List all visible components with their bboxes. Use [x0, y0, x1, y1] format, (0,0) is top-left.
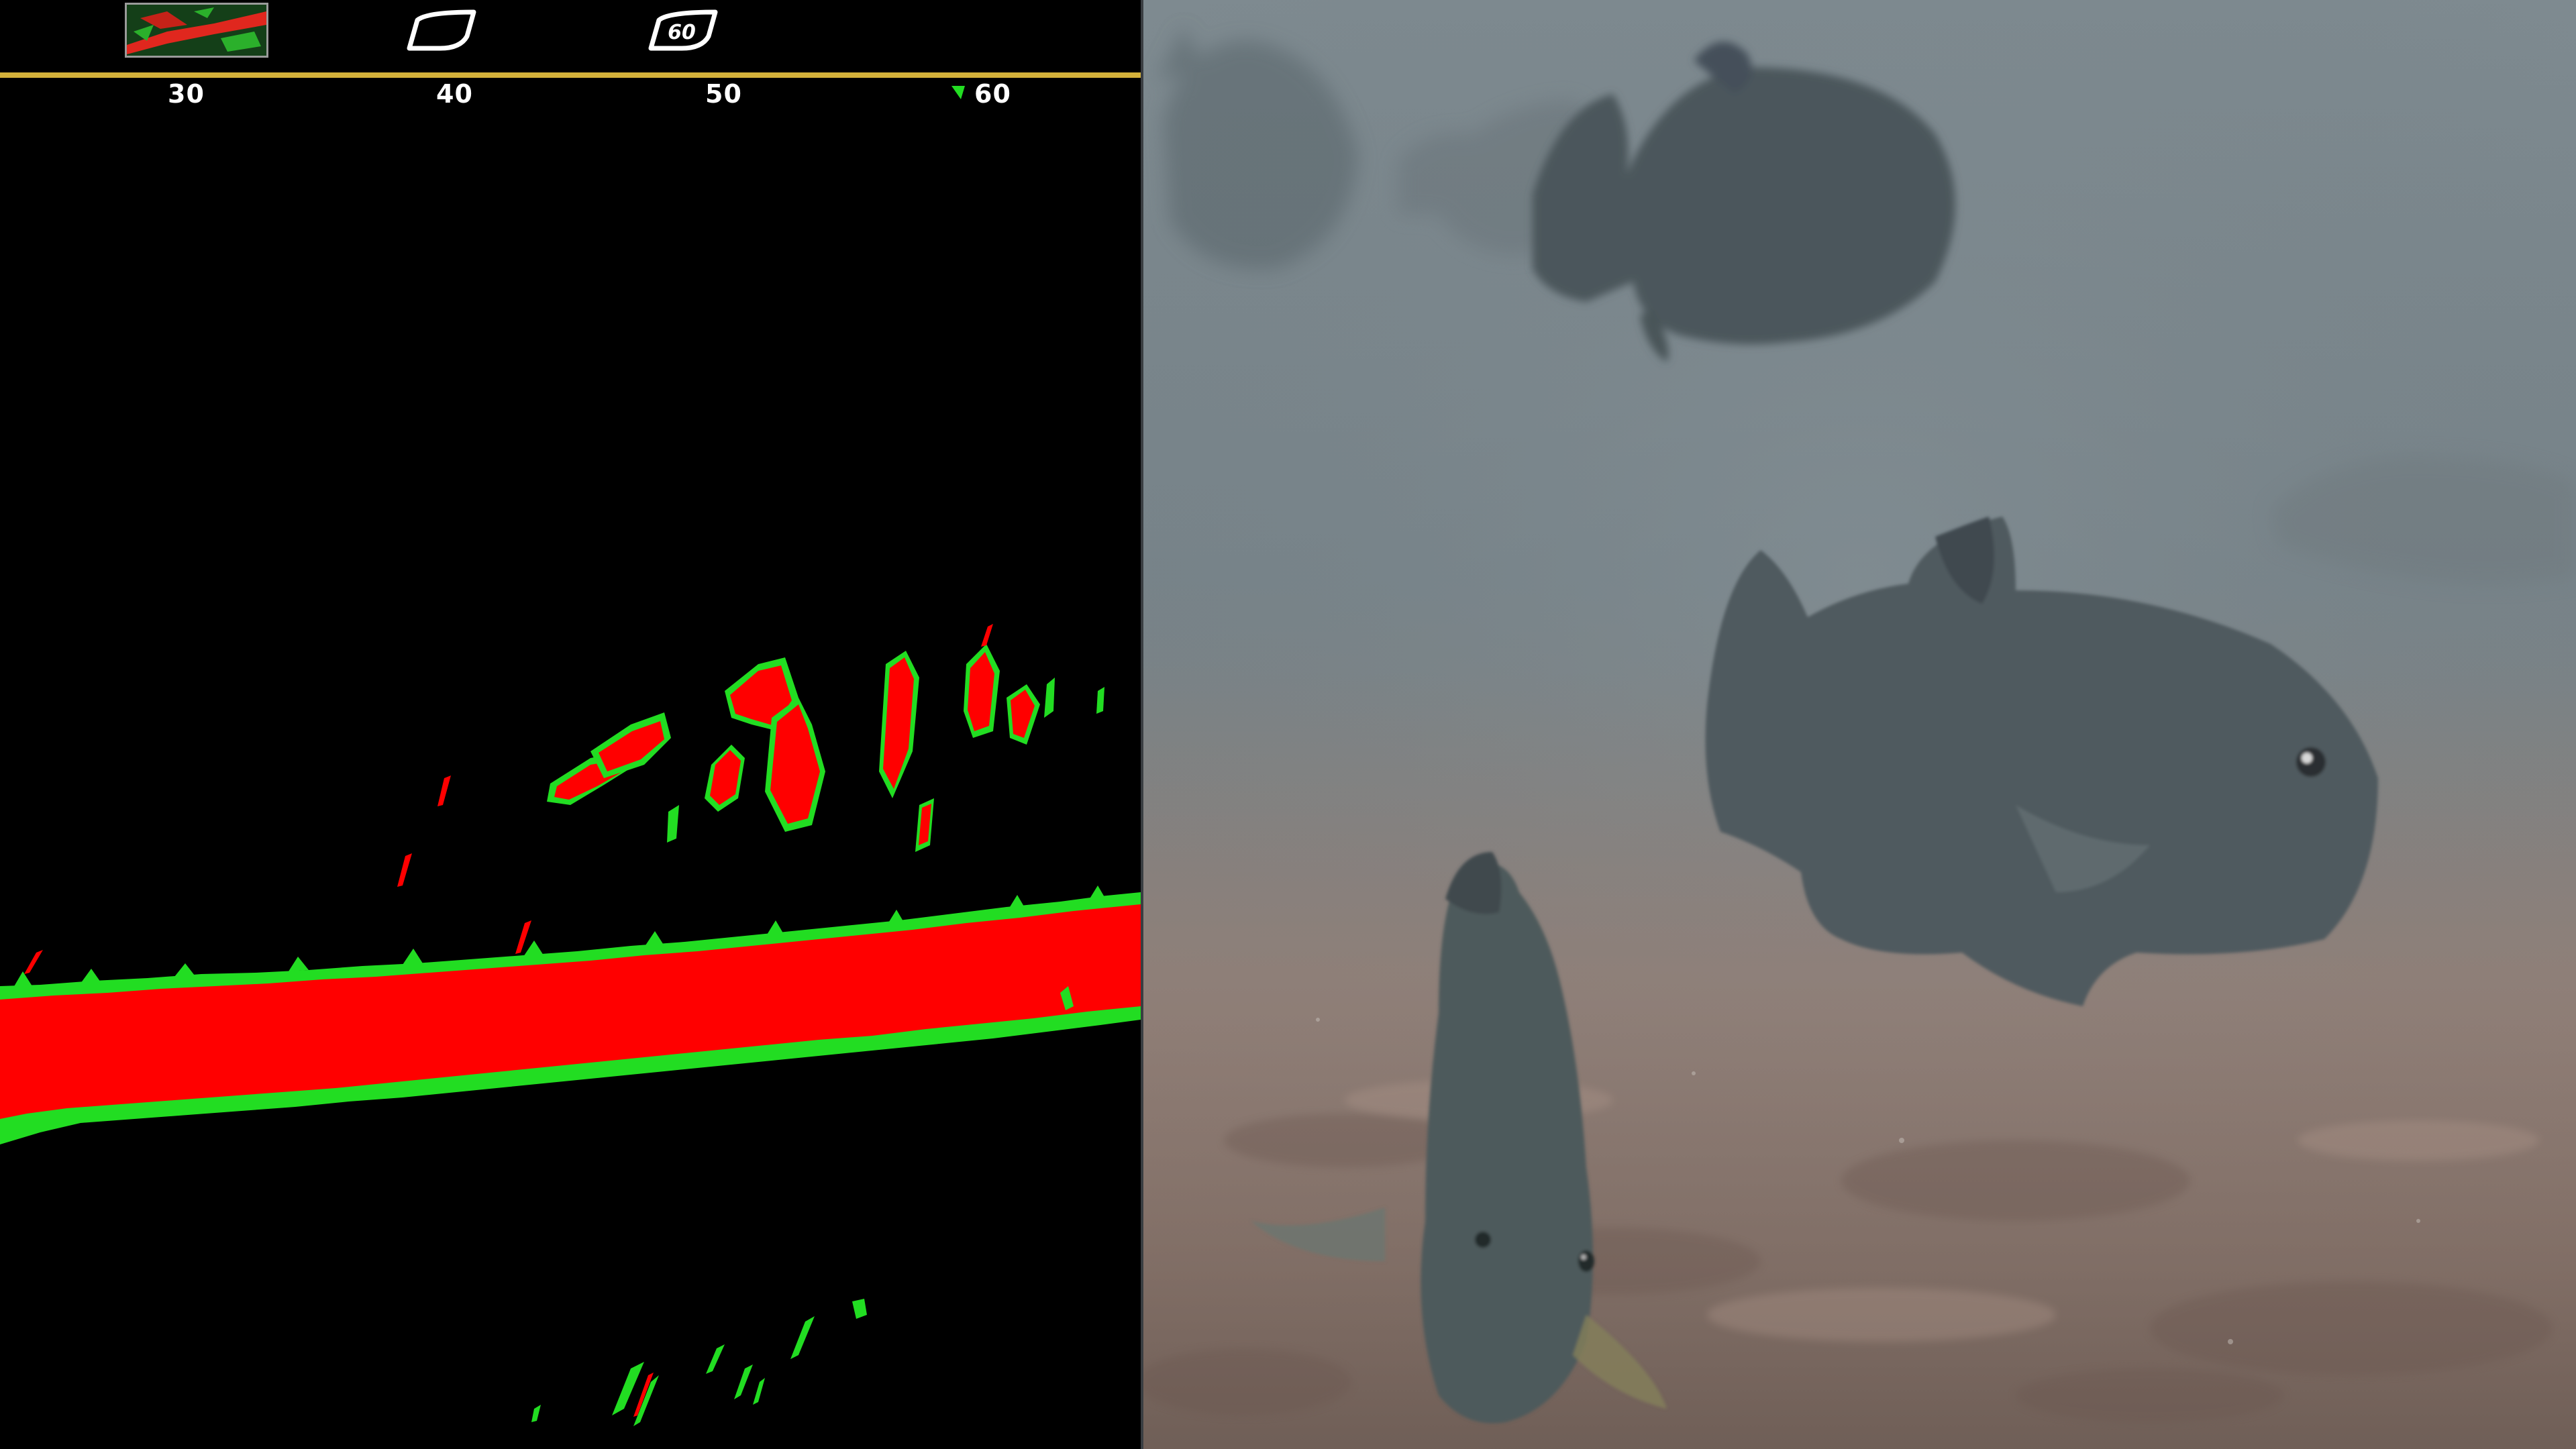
camera-view — [1143, 0, 2576, 1449]
screen: 60 30 40 50 60 — [0, 0, 2576, 1449]
fish-eye — [2296, 747, 2326, 777]
beam-60-label: 60 — [668, 21, 696, 44]
sonar-preview-thumbnail[interactable] — [125, 3, 268, 58]
range-marker — [951, 86, 965, 99]
beam-shape-icon[interactable] — [400, 4, 483, 58]
sonar-display — [0, 72, 1141, 1426]
fish-returns — [547, 644, 1104, 852]
scale-label-60: 60 — [974, 79, 1011, 109]
camera-panel — [1143, 0, 2576, 1449]
sonar-panel: 60 30 40 50 60 — [0, 0, 1141, 1449]
bottom-return-core — [0, 904, 1141, 1119]
beam-60-icon[interactable]: 60 — [641, 4, 725, 58]
thumbnail-image — [127, 5, 266, 56]
scale-label-40: 40 — [436, 79, 473, 109]
scale-label-50: 50 — [705, 79, 742, 109]
scale-label-30: 30 — [168, 79, 205, 109]
scale-bar — [0, 72, 1141, 78]
lower-returns — [531, 1299, 867, 1426]
